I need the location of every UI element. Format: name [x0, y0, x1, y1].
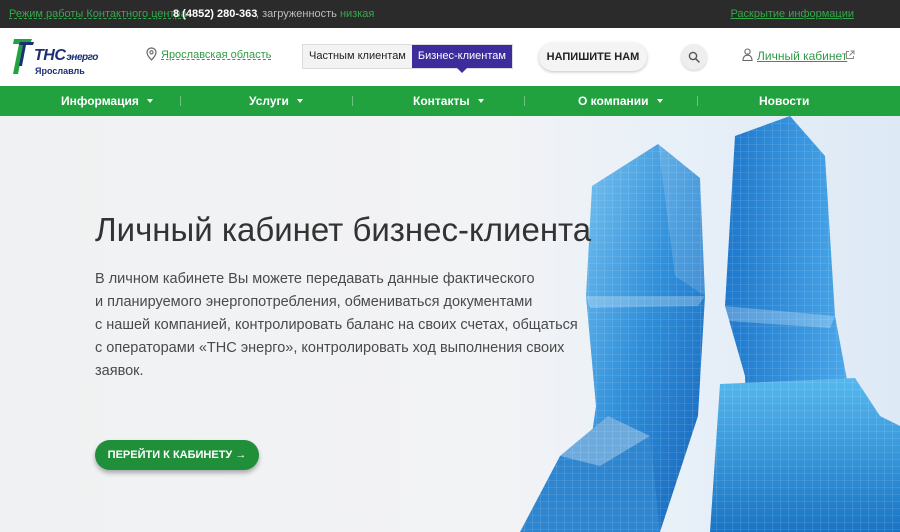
personal-cabinet-label: Личный кабинет [757, 49, 848, 63]
nav-item-contacts[interactable]: Контакты [413, 86, 484, 116]
logo-wordmark: ТНСэнерго [34, 47, 98, 65]
search-icon [688, 51, 700, 63]
user-icon [742, 48, 753, 61]
client-type-switch: Частным клиентам Бизнес-клиентам [302, 44, 513, 73]
hero-description-line: с нашей компанией, контролировать баланс… [95, 317, 578, 333]
logo-city: Ярославль [35, 66, 85, 76]
search-button[interactable] [681, 44, 707, 70]
nav-divider [524, 96, 525, 106]
chevron-down-icon [477, 99, 484, 103]
disclosure-link[interactable]: Раскрытие информации [730, 8, 854, 20]
hero-description-line: В личном кабинете Вы можете передавать д… [95, 271, 535, 287]
nav-item-about[interactable]: О компании [578, 86, 663, 116]
logo-name-sub: энерго [66, 52, 98, 63]
contact-phone[interactable]: 8 (4852) 280-363 [173, 8, 257, 20]
load-status-level: низкая [339, 8, 375, 20]
external-link-icon [846, 50, 855, 59]
load-status-label: , загруженность [256, 8, 337, 20]
hero-title: Личный кабинет бизнес-клиента [95, 211, 592, 248]
write-us-button[interactable]: НАПИШИТЕ НАМ [539, 43, 647, 71]
nav-item-information[interactable]: Информация [61, 86, 153, 116]
segment-private-clients[interactable]: Частным клиентам [303, 45, 412, 68]
site-header: ТНСэнерго Ярославль Ярославская область … [0, 28, 900, 86]
nav-item-label: Услуги [249, 94, 289, 108]
map-pin-icon [146, 47, 157, 61]
nav-divider [697, 96, 698, 106]
logo-name: ТНС [34, 47, 66, 64]
main-navigation: Информация Услуги Контакты О компании Но… [0, 86, 900, 116]
nav-item-label: Контакты [413, 94, 470, 108]
nav-divider [180, 96, 181, 106]
load-status: , загруженность низкая [256, 8, 374, 20]
logo[interactable]: ТНСэнерго Ярославль [12, 36, 107, 78]
hero-description: В личном кабинете Вы можете передавать д… [95, 268, 578, 383]
nav-item-services[interactable]: Услуги [249, 86, 303, 116]
chevron-down-icon [656, 99, 663, 103]
nav-divider [352, 96, 353, 106]
top-bar: Режим работы Контактного центра 8 (4852)… [0, 0, 900, 28]
chevron-down-icon [146, 99, 153, 103]
nav-item-label: Новости [759, 94, 810, 108]
nav-item-news[interactable]: Новости [759, 86, 809, 116]
region-label: Ярославская область [161, 49, 272, 61]
go-to-cabinet-button[interactable]: ПЕРЕЙТИ К КАБИНЕТУ → [95, 440, 259, 470]
chevron-down-icon [296, 99, 303, 103]
contact-center-hours-link[interactable]: Режим работы Контактного центра [9, 8, 187, 20]
hero-description-line: и планируемого энергопотребления, обмени… [95, 294, 533, 310]
hero-description-line: заявок. [95, 363, 144, 379]
segment-business-clients[interactable]: Бизнес-клиентам [411, 45, 512, 73]
nav-item-label: О компании [578, 94, 649, 108]
nav-item-label: Информация [61, 94, 139, 108]
hero-banner: Личный кабинет бизнес-клиента В личном к… [0, 116, 900, 532]
logo-mark-icon [13, 39, 34, 74]
hero-description-line: с операторами «ТНС энерго», контролирова… [95, 340, 565, 356]
